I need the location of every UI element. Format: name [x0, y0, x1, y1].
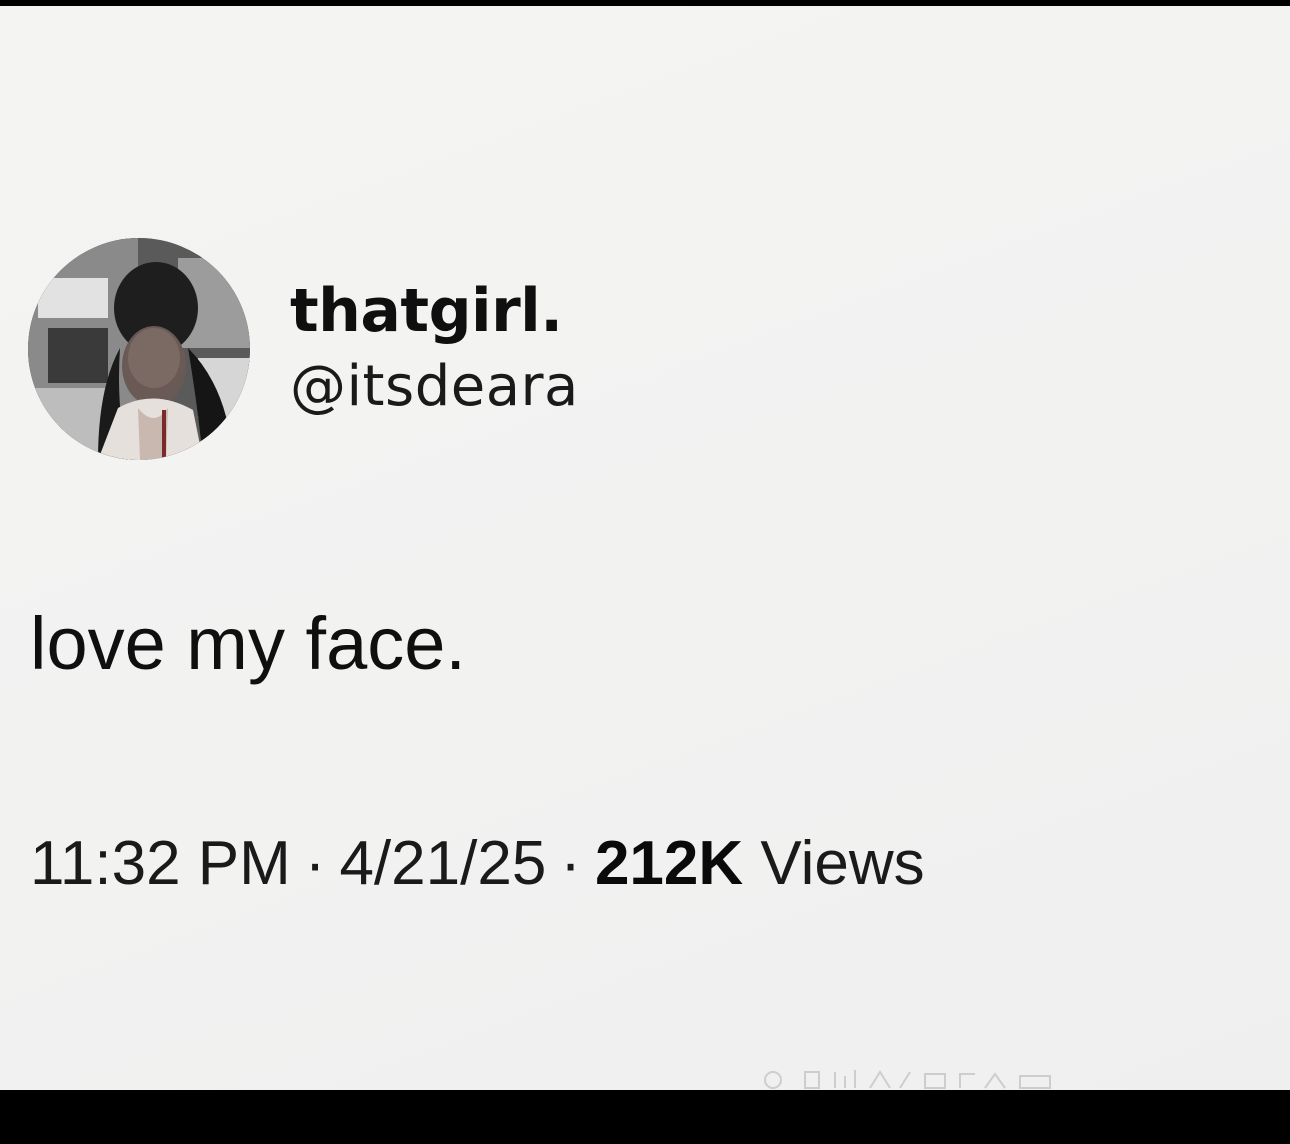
user-handle[interactable]: @itsdeara — [290, 349, 579, 425]
views-label: Views — [760, 829, 925, 898]
tweet-time[interactable]: 11:32 PM — [30, 829, 291, 898]
display-name[interactable]: thatgirl. — [290, 273, 579, 349]
user-names: thatgirl. @itsdeara — [290, 273, 579, 425]
views-count[interactable]: 212K — [595, 829, 743, 898]
bottom-black-bar — [0, 1090, 1290, 1144]
profile-photo-icon — [28, 238, 250, 460]
meta-separator: · — [560, 829, 581, 898]
tweet-meta: 11:32 PM · 4/21/25 · 212K Views — [30, 824, 925, 904]
avatar[interactable] — [28, 238, 250, 460]
watermark-icon — [764, 1070, 1051, 1089]
tweet-date[interactable]: 4/21/25 — [339, 829, 546, 898]
tweet-header: thatgirl. @itsdeara — [28, 238, 579, 460]
meta-separator: · — [304, 829, 326, 898]
tweet-screenshot: thatgirl. @itsdeara love my face. 11:32 … — [0, 6, 1290, 1090]
tweet-text: love my face. — [30, 602, 466, 685]
